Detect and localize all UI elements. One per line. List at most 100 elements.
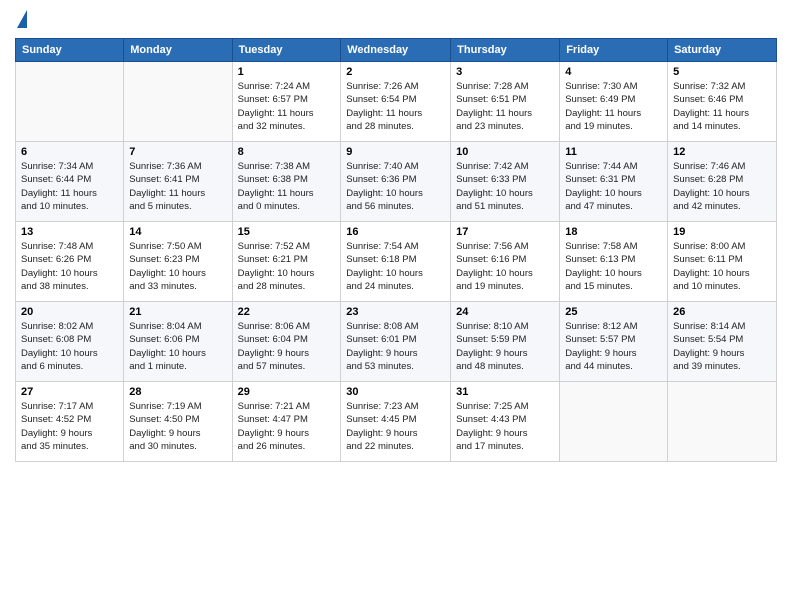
calendar-week-1: 1 Sunrise: 7:24 AM Sunset: 6:57 PM Daylig…: [16, 62, 777, 142]
day-number: 13: [21, 226, 118, 238]
calendar-week-4: 20 Sunrise: 8:02 AM Sunset: 6:08 PM Dayli…: [16, 302, 777, 382]
logo-text: [15, 10, 27, 30]
calendar-cell: 24 Sunrise: 8:10 AM Sunset: 5:59 PM Dayli…: [451, 302, 560, 382]
day-info: Sunrise: 7:56 AM Sunset: 6:16 PM Dayligh…: [456, 240, 554, 293]
calendar-cell: 17 Sunrise: 7:56 AM Sunset: 6:16 PM Dayli…: [451, 222, 560, 302]
calendar-cell: 11Sunrise: 7:44 AM Sunset: 6:31 PM Dayli…: [560, 142, 668, 222]
day-number: 23: [346, 306, 445, 318]
calendar-cell: 13 Sunrise: 7:48 AM Sunset: 6:26 PM Dayli…: [16, 222, 124, 302]
day-number: 12: [673, 146, 771, 158]
day-info: Sunrise: 7:58 AM Sunset: 6:13 PM Dayligh…: [565, 240, 662, 293]
day-number: 4: [565, 66, 662, 78]
day-info: Sunrise: 7:48 AM Sunset: 6:26 PM Dayligh…: [21, 240, 118, 293]
day-number: 9: [346, 146, 445, 158]
day-number: 20: [21, 306, 118, 318]
calendar-cell: 27Sunrise: 7:17 AM Sunset: 4:52 PM Dayli…: [16, 382, 124, 462]
logo-triangle-icon: [17, 10, 27, 28]
calendar-cell: 22 Sunrise: 8:06 AM Sunset: 6:04 PM Dayli…: [232, 302, 341, 382]
calendar-cell: [16, 62, 124, 142]
day-info: Sunrise: 7:42 AM Sunset: 6:33 PM Dayligh…: [456, 160, 554, 213]
day-info: Sunrise: 7:52 AM Sunset: 6:21 PM Dayligh…: [238, 240, 336, 293]
calendar-cell: 2Sunrise: 7:26 AM Sunset: 6:54 PM Daylig…: [341, 62, 451, 142]
calendar-week-5: 27Sunrise: 7:17 AM Sunset: 4:52 PM Dayli…: [16, 382, 777, 462]
calendar-cell: 4Sunrise: 7:30 AM Sunset: 6:49 PM Daylig…: [560, 62, 668, 142]
calendar-cell: 21Sunrise: 8:04 AM Sunset: 6:06 PM Dayli…: [124, 302, 232, 382]
calendar-cell: 12Sunrise: 7:46 AM Sunset: 6:28 PM Dayli…: [668, 142, 777, 222]
calendar-cell: 1 Sunrise: 7:24 AM Sunset: 6:57 PM Daylig…: [232, 62, 341, 142]
day-number: 24: [456, 306, 554, 318]
day-number: 3: [456, 66, 554, 78]
day-number: 25: [565, 306, 662, 318]
day-number: 17: [456, 226, 554, 238]
day-info: Sunrise: 7:23 AM Sunset: 4:45 PM Dayligh…: [346, 400, 445, 453]
calendar-cell: [560, 382, 668, 462]
calendar-header-row: SundayMondayTuesdayWednesdayThursdayFrid…: [16, 39, 777, 62]
day-info: Sunrise: 7:26 AM Sunset: 6:54 PM Dayligh…: [346, 80, 445, 133]
day-number: 10: [456, 146, 554, 158]
day-info: Sunrise: 8:08 AM Sunset: 6:01 PM Dayligh…: [346, 320, 445, 373]
day-info: Sunrise: 8:14 AM Sunset: 5:54 PM Dayligh…: [673, 320, 771, 373]
calendar-cell: 29 Sunrise: 7:21 AM Sunset: 4:47 PM Dayli…: [232, 382, 341, 462]
calendar-cell: 31 Sunrise: 7:25 AM Sunset: 4:43 PM Dayli…: [451, 382, 560, 462]
calendar-header-thursday: Thursday: [451, 39, 560, 62]
calendar-week-2: 6 Sunrise: 7:34 AM Sunset: 6:44 PM Daylig…: [16, 142, 777, 222]
day-info: Sunrise: 7:32 AM Sunset: 6:46 PM Dayligh…: [673, 80, 771, 133]
calendar-cell: 14 Sunrise: 7:50 AM Sunset: 6:23 PM Dayli…: [124, 222, 232, 302]
day-info: Sunrise: 7:50 AM Sunset: 6:23 PM Dayligh…: [129, 240, 226, 293]
day-info: Sunrise: 8:02 AM Sunset: 6:08 PM Dayligh…: [21, 320, 118, 373]
calendar-cell: 28 Sunrise: 7:19 AM Sunset: 4:50 PM Dayli…: [124, 382, 232, 462]
day-info: Sunrise: 8:10 AM Sunset: 5:59 PM Dayligh…: [456, 320, 554, 373]
day-info: Sunrise: 7:40 AM Sunset: 6:36 PM Dayligh…: [346, 160, 445, 213]
calendar-header-friday: Friday: [560, 39, 668, 62]
calendar-cell: 8Sunrise: 7:38 AM Sunset: 6:38 PM Daylig…: [232, 142, 341, 222]
day-info: Sunrise: 8:06 AM Sunset: 6:04 PM Dayligh…: [238, 320, 336, 373]
day-number: 26: [673, 306, 771, 318]
day-number: 28: [129, 386, 226, 398]
calendar-cell: [124, 62, 232, 142]
day-number: 7: [129, 146, 226, 158]
day-info: Sunrise: 7:25 AM Sunset: 4:43 PM Dayligh…: [456, 400, 554, 453]
calendar: SundayMondayTuesdayWednesdayThursdayFrid…: [15, 38, 777, 462]
calendar-header-sunday: Sunday: [16, 39, 124, 62]
calendar-cell: 26 Sunrise: 8:14 AM Sunset: 5:54 PM Dayli…: [668, 302, 777, 382]
day-number: 31: [456, 386, 554, 398]
day-number: 15: [238, 226, 336, 238]
day-number: 6: [21, 146, 118, 158]
day-info: Sunrise: 7:36 AM Sunset: 6:41 PM Dayligh…: [129, 160, 226, 213]
day-info: Sunrise: 7:38 AM Sunset: 6:38 PM Dayligh…: [238, 160, 336, 213]
calendar-cell: 7 Sunrise: 7:36 AM Sunset: 6:41 PM Daylig…: [124, 142, 232, 222]
calendar-cell: 20 Sunrise: 8:02 AM Sunset: 6:08 PM Dayli…: [16, 302, 124, 382]
day-number: 29: [238, 386, 336, 398]
calendar-cell: 6 Sunrise: 7:34 AM Sunset: 6:44 PM Daylig…: [16, 142, 124, 222]
day-info: Sunrise: 8:00 AM Sunset: 6:11 PM Dayligh…: [673, 240, 771, 293]
day-number: 16: [346, 226, 445, 238]
calendar-cell: 18 Sunrise: 7:58 AM Sunset: 6:13 PM Dayli…: [560, 222, 668, 302]
day-info: Sunrise: 7:21 AM Sunset: 4:47 PM Dayligh…: [238, 400, 336, 453]
day-info: Sunrise: 7:24 AM Sunset: 6:57 PM Dayligh…: [238, 80, 336, 133]
day-info: Sunrise: 8:04 AM Sunset: 6:06 PM Dayligh…: [129, 320, 226, 373]
day-info: Sunrise: 7:34 AM Sunset: 6:44 PM Dayligh…: [21, 160, 118, 213]
calendar-week-3: 13 Sunrise: 7:48 AM Sunset: 6:26 PM Dayli…: [16, 222, 777, 302]
calendar-cell: 15 Sunrise: 7:52 AM Sunset: 6:21 PM Dayli…: [232, 222, 341, 302]
day-number: 11: [565, 146, 662, 158]
day-number: 14: [129, 226, 226, 238]
day-number: 5: [673, 66, 771, 78]
calendar-header-saturday: Saturday: [668, 39, 777, 62]
logo: [15, 10, 27, 30]
calendar-cell: 5 Sunrise: 7:32 AM Sunset: 6:46 PM Daylig…: [668, 62, 777, 142]
calendar-header-tuesday: Tuesday: [232, 39, 341, 62]
calendar-header-wednesday: Wednesday: [341, 39, 451, 62]
calendar-cell: 25Sunrise: 8:12 AM Sunset: 5:57 PM Dayli…: [560, 302, 668, 382]
calendar-cell: 3Sunrise: 7:28 AM Sunset: 6:51 PM Daylig…: [451, 62, 560, 142]
calendar-cell: 9 Sunrise: 7:40 AM Sunset: 6:36 PM Daylig…: [341, 142, 451, 222]
day-number: 22: [238, 306, 336, 318]
calendar-cell: 30Sunrise: 7:23 AM Sunset: 4:45 PM Dayli…: [341, 382, 451, 462]
day-info: Sunrise: 7:19 AM Sunset: 4:50 PM Dayligh…: [129, 400, 226, 453]
calendar-header-monday: Monday: [124, 39, 232, 62]
day-info: Sunrise: 7:17 AM Sunset: 4:52 PM Dayligh…: [21, 400, 118, 453]
day-number: 1: [238, 66, 336, 78]
calendar-cell: 23 Sunrise: 8:08 AM Sunset: 6:01 PM Dayli…: [341, 302, 451, 382]
day-number: 19: [673, 226, 771, 238]
day-number: 18: [565, 226, 662, 238]
day-info: Sunrise: 7:54 AM Sunset: 6:18 PM Dayligh…: [346, 240, 445, 293]
